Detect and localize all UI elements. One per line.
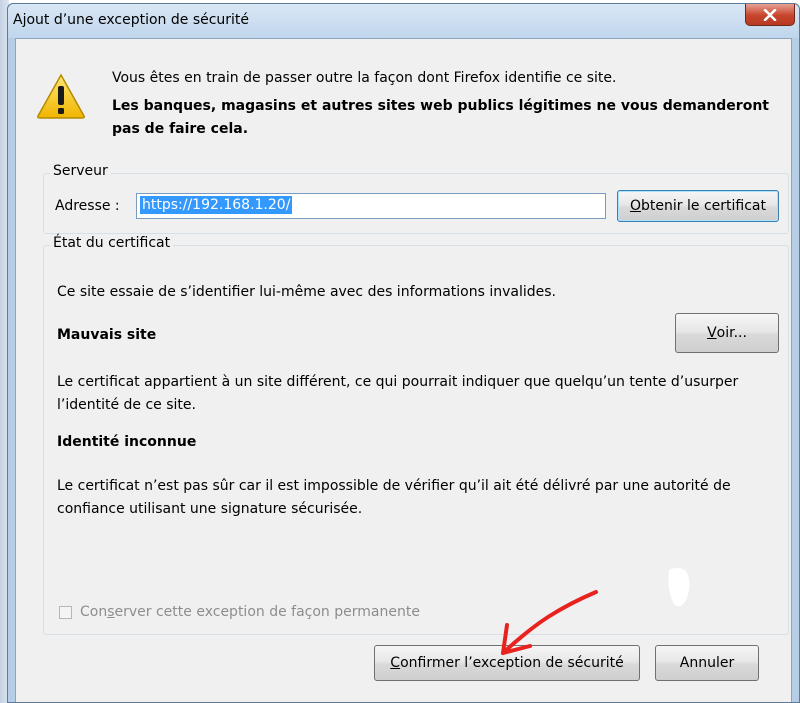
confirm-exception-button[interactable]: Confirmer l’exception de sécurité bbox=[374, 645, 640, 681]
address-value: https://192.168.1.20/ bbox=[140, 196, 293, 214]
window-title: Ajout d’une exception de sécurité bbox=[13, 12, 250, 28]
server-group: Serveur Adresse : https://192.168.1.20/ … bbox=[43, 163, 789, 234]
get-certificate-accesskey: O bbox=[630, 198, 642, 214]
address-label: Adresse : bbox=[55, 198, 120, 214]
close-button[interactable] bbox=[745, 4, 795, 26]
permanent-exception-row: Conserver cette exception de façon perma… bbox=[59, 604, 420, 620]
wrong-site-title: Mauvais site bbox=[57, 327, 157, 343]
certificate-status-legend: État du certificat bbox=[50, 235, 174, 251]
cancel-button[interactable]: Annuler bbox=[655, 645, 759, 681]
unknown-identity-text: Le certificat n’est pas sûr car il est i… bbox=[57, 478, 731, 517]
title-bar[interactable]: Ajout d’une exception de sécurité bbox=[8, 4, 799, 38]
address-input[interactable]: https://192.168.1.20/ bbox=[136, 193, 606, 219]
close-icon bbox=[763, 8, 777, 21]
server-legend: Serveur bbox=[50, 163, 111, 179]
view-certificate-button[interactable]: Voir... bbox=[675, 313, 779, 353]
view-label: oir... bbox=[716, 325, 747, 341]
white-smudge bbox=[668, 568, 690, 607]
view-accesskey: V bbox=[707, 325, 717, 341]
wrong-site-text: Le certificat appartient à un site diffé… bbox=[57, 374, 739, 413]
certificate-intro-text: Ce site essaie de s’identifier lui-même … bbox=[57, 284, 557, 300]
unknown-identity-title: Identité inconnue bbox=[57, 434, 197, 450]
get-certificate-button[interactable]: Obtenir le certificat bbox=[617, 190, 779, 222]
warning-message: Vous êtes en train de passer outre la fa… bbox=[112, 70, 617, 86]
get-certificate-label: btenir le certificat bbox=[641, 198, 766, 214]
permanent-exception-label: Conserver cette exception de façon perma… bbox=[80, 604, 420, 620]
confirm-accesskey: C bbox=[390, 655, 401, 671]
warning-message-bold: Les banques, magasins et autres sites we… bbox=[112, 98, 769, 137]
permanent-exception-checkbox[interactable] bbox=[59, 605, 72, 619]
warning-triangle-icon bbox=[37, 73, 85, 119]
confirm-label: onfirmer l’exception de sécurité bbox=[400, 655, 624, 671]
